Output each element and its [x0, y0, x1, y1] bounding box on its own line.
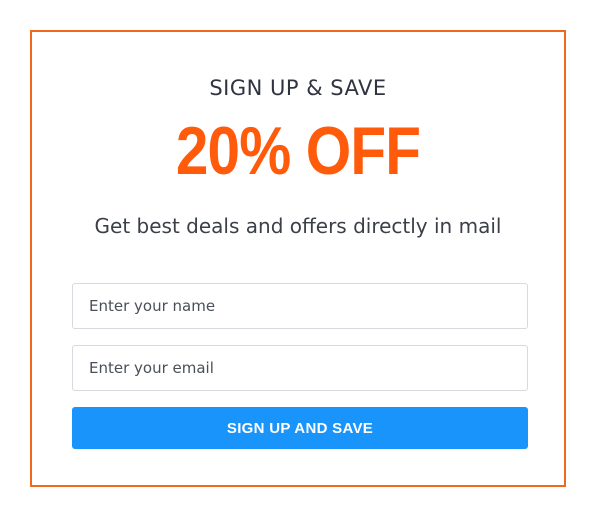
email-input[interactable] — [72, 345, 528, 391]
signup-popup: SIGN UP & SAVE 20% OFF Get best deals an… — [30, 30, 566, 487]
discount-headline: 20% OFF — [175, 113, 421, 189]
popup-tagline: Get best deals and offers directly in ma… — [94, 214, 502, 238]
name-input[interactable] — [72, 283, 528, 329]
sign-up-button[interactable]: SIGN UP AND SAVE — [72, 407, 528, 449]
popup-eyebrow: SIGN UP & SAVE — [209, 76, 387, 100]
